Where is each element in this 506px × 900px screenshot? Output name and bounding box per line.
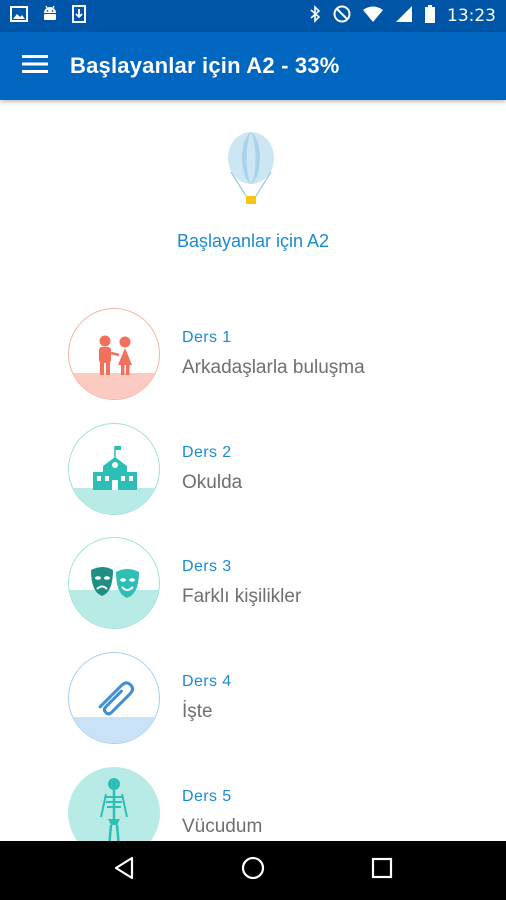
bluetooth-icon (309, 4, 321, 28)
download-icon (72, 4, 86, 28)
lesson-item-2[interactable]: Ders 2 Okulda (68, 423, 488, 515)
lesson-number: Ders 1 (182, 329, 232, 346)
lesson-text: Ders 3 Farklı kişilikler (182, 558, 301, 608)
recents-button[interactable] (352, 841, 412, 900)
lesson-name: Okulda (182, 472, 243, 493)
lesson-text: Ders 5 Vücudum (182, 788, 262, 838)
status-time: 13:23 (447, 6, 496, 26)
hamburger-menu-icon (22, 54, 48, 79)
status-right-icons: 13:23 (309, 4, 496, 28)
android-icon (42, 5, 58, 28)
status-left-icons (10, 4, 86, 28)
course-header: Başlayanlar için A2 (0, 130, 506, 252)
lesson-text: Ders 2 Okulda (182, 444, 242, 494)
lesson-item-4[interactable]: Ders 4 İşte (68, 652, 488, 744)
battery-icon (425, 4, 435, 28)
lesson-number: Ders 4 (182, 673, 232, 690)
signal-icon (395, 5, 413, 28)
menu-button[interactable] (0, 32, 70, 100)
app-bar: Başlayanlar için A2 - 33% (0, 32, 506, 100)
course-title: Başlayanlar için A2 (176, 231, 330, 251)
lesson-item-3[interactable]: Ders 3 Farklı kişilikler (68, 537, 488, 629)
lesson-number: Ders 5 (182, 788, 232, 805)
main-content: Başlayanlar için A2 Ders 1 Arkadaşlarla … (0, 100, 506, 841)
lesson-name: İşte (182, 701, 213, 722)
lesson-number: Ders 3 (182, 558, 232, 575)
back-icon (113, 856, 135, 885)
lesson-name: Vücudum (182, 816, 263, 837)
lesson-item-1[interactable]: Ders 1 Arkadaşlarla buluşma (68, 308, 488, 400)
school-icon (68, 423, 160, 515)
back-button[interactable] (94, 841, 154, 900)
friends-icon (68, 308, 160, 400)
home-icon (241, 856, 265, 885)
lesson-number: Ders 2 (182, 444, 232, 461)
image-icon (10, 5, 28, 27)
recents-icon (371, 857, 393, 884)
lesson-text: Ders 4 İşte (182, 673, 232, 723)
do-not-disturb-icon (333, 5, 351, 28)
skeleton-icon (68, 767, 160, 841)
lesson-name: Farklı kişilikler (182, 586, 302, 607)
home-button[interactable] (223, 841, 283, 900)
hot-air-balloon-icon (225, 130, 281, 215)
paperclip-icon (68, 652, 160, 744)
wifi-icon (363, 6, 383, 27)
app-bar-title: Başlayanlar için A2 - 33% (70, 53, 340, 78)
status-bar: 13:23 (0, 0, 506, 32)
lesson-text: Ders 1 Arkadaşlarla buluşma (182, 329, 365, 379)
theater-masks-icon (68, 537, 160, 629)
navigation-bar (0, 841, 506, 900)
lesson-item-5[interactable]: Ders 5 Vücudum (68, 767, 488, 841)
lesson-name: Arkadaşlarla buluşma (182, 357, 365, 378)
